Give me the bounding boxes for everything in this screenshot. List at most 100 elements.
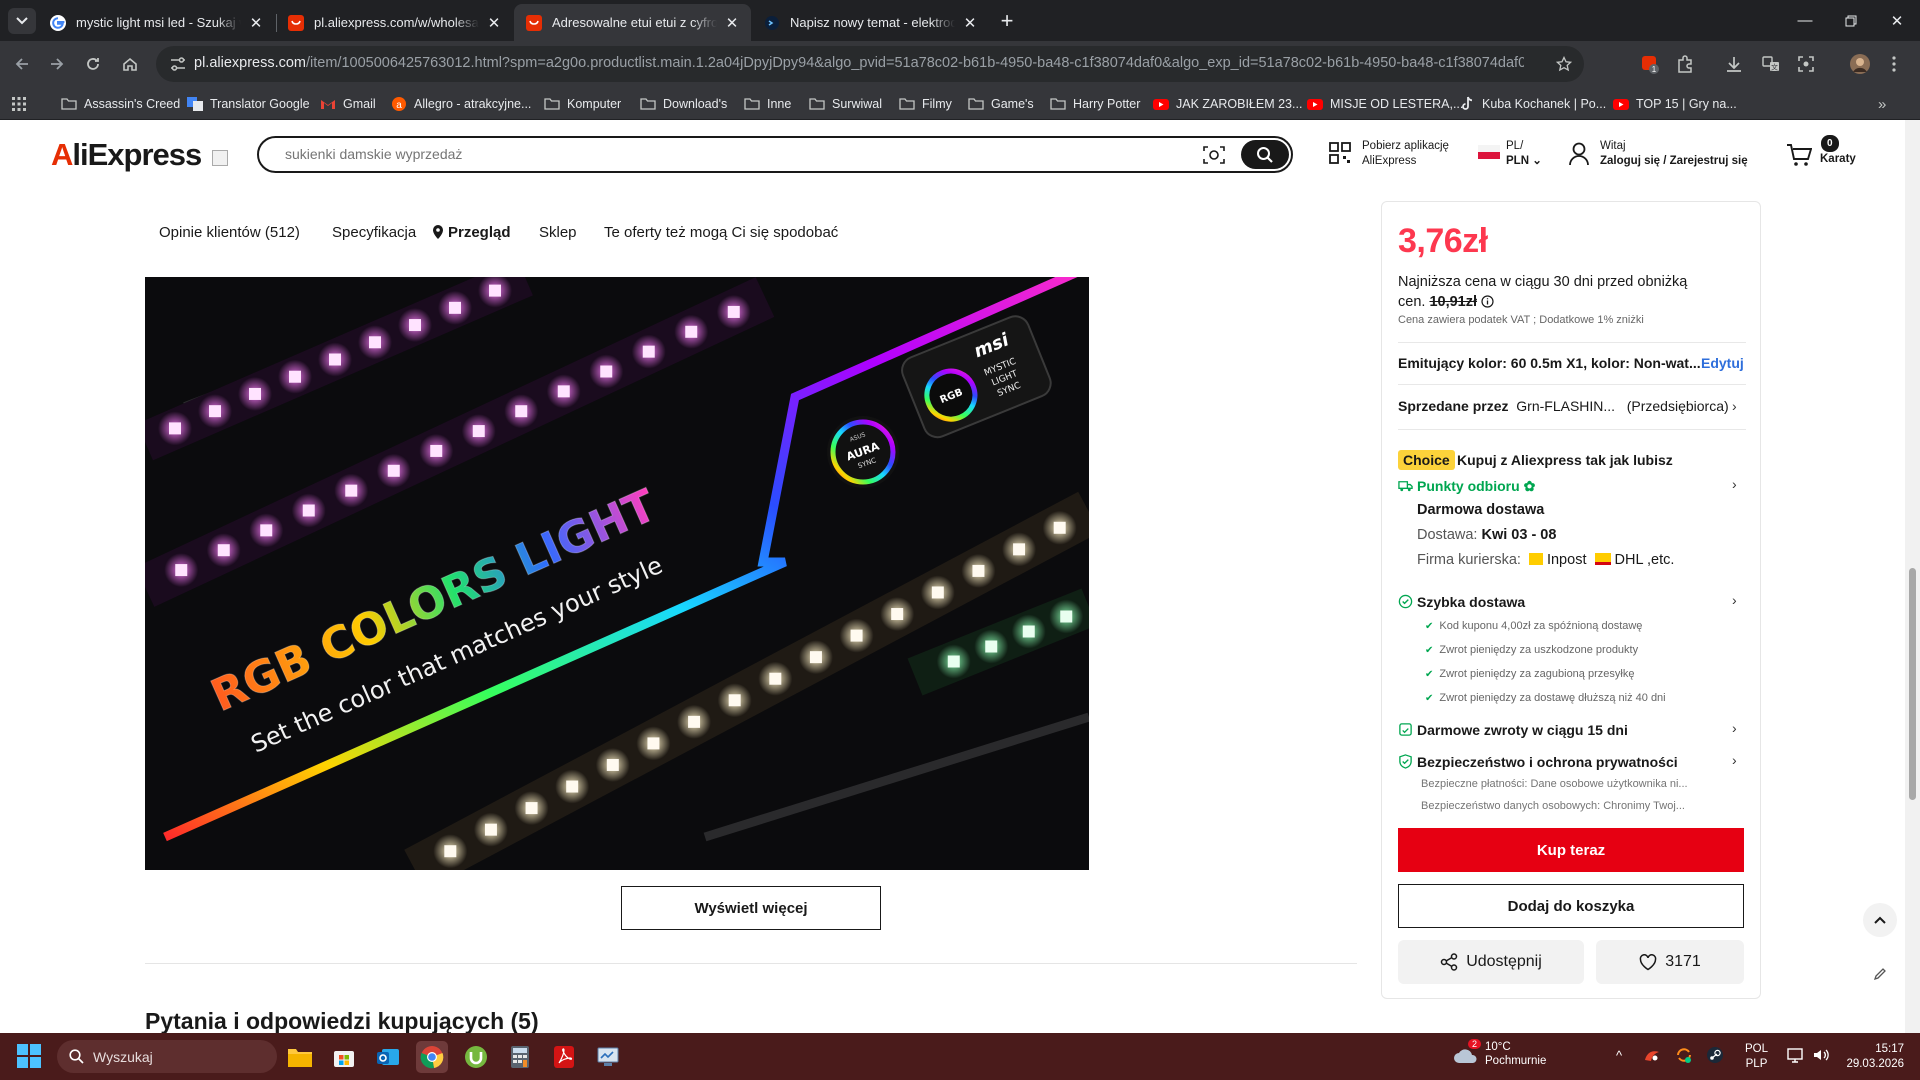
chevron-right-icon[interactable]: › xyxy=(1732,752,1737,768)
bookmark-star-icon[interactable] xyxy=(1556,56,1572,72)
tray-app-1[interactable] xyxy=(1643,1046,1661,1064)
network-monitor-app[interactable] xyxy=(592,1041,624,1073)
profile-button[interactable] xyxy=(1846,50,1874,78)
store-app[interactable] xyxy=(328,1041,360,1073)
language-indicator[interactable]: POL PLP xyxy=(1745,1042,1768,1072)
tab-specification[interactable]: Specyfikacja xyxy=(332,224,416,241)
bookmark-games[interactable]: Game's xyxy=(968,93,1034,115)
tab-overview[interactable]: Przegląd xyxy=(433,224,511,241)
browser-menu-button[interactable] xyxy=(1880,50,1908,78)
add-to-cart-button[interactable]: Dodaj do koszyka xyxy=(1398,884,1744,928)
forward-button[interactable] xyxy=(43,50,71,78)
chrome-app[interactable] xyxy=(416,1041,448,1073)
bookmark-translator[interactable]: Translator Google xyxy=(187,93,310,115)
bookmark-surwiwal[interactable]: Surwiwal xyxy=(809,93,882,115)
feedback-button[interactable] xyxy=(1863,957,1897,991)
search-button[interactable] xyxy=(1241,140,1289,169)
reload-button[interactable] xyxy=(79,50,107,78)
back-button[interactable] xyxy=(8,50,36,78)
free-returns-title[interactable]: Darmowe zwroty w ciągu 15 dni xyxy=(1417,722,1628,738)
guarantee-item: ✔ Zwrot pieniędzy za zagubioną przesyłkę xyxy=(1425,668,1635,680)
close-icon[interactable]: ✕ xyxy=(961,14,979,32)
bookmark-downloads[interactable]: Download's xyxy=(640,93,727,115)
info-icon[interactable] xyxy=(1481,295,1494,308)
bookmark-youtube-2[interactable]: MISJE OD LESTERA,... xyxy=(1307,93,1463,115)
fast-delivery-title[interactable]: Szybka dostawa xyxy=(1417,594,1525,610)
tray-app-2[interactable] xyxy=(1675,1046,1693,1064)
extensions-menu-button[interactable] xyxy=(1671,50,1699,78)
bookmark-gmail[interactable]: Gmail xyxy=(320,93,376,115)
bookmark-youtube-3[interactable]: TOP 15 | Gry na... xyxy=(1613,93,1737,115)
close-icon[interactable]: ✕ xyxy=(723,14,741,32)
tab-store[interactable]: Sklep xyxy=(539,224,577,241)
tab-search-button[interactable] xyxy=(8,8,36,34)
bookmark-assassins-creed[interactable]: Assassin's Creed xyxy=(61,93,180,115)
tab-reviews[interactable]: Opinie klientów (512) xyxy=(159,224,300,241)
bookmark-youtube-1[interactable]: JAK ZAROBIŁEM 23... xyxy=(1153,93,1302,115)
scrollbar-thumb[interactable] xyxy=(1909,568,1916,800)
new-tab-button[interactable]: + xyxy=(994,9,1020,35)
browser-tab-aliexpress-product[interactable]: Adresowalne etui etui z cyfrowym ✕ xyxy=(514,4,751,41)
camera-search-icon[interactable] xyxy=(1203,145,1225,165)
network-button[interactable] xyxy=(1786,1046,1804,1064)
chevron-right-icon[interactable]: › xyxy=(1732,720,1737,736)
bookmark-tiktok[interactable]: Kuba Kochanek | Po... xyxy=(1459,93,1606,115)
seller-row[interactable]: Sprzedane przez Grn-FLASHIN... (Przedsię… xyxy=(1398,398,1729,414)
pickup-points-link[interactable]: Punkty odbioru ✿ xyxy=(1417,478,1535,495)
edit-variant-link[interactable]: Edytuj xyxy=(1701,355,1744,371)
weather-widget[interactable]: 2 10°C Pochmurnie xyxy=(1452,1039,1546,1067)
bookmark-filmy[interactable]: Filmy xyxy=(899,93,952,115)
search-input[interactable] xyxy=(285,146,1165,162)
bookmark-komputer[interactable]: Komputer xyxy=(544,93,621,115)
locale-selector[interactable]: PL/ PLN ⌄ xyxy=(1478,139,1542,169)
translate-button[interactable]: 文 xyxy=(1757,50,1785,78)
file-explorer-app[interactable] xyxy=(284,1041,316,1073)
browser-tab-aliexpress-search[interactable]: pl.aliexpress.com/w/wholesale-mystic-lig… xyxy=(276,4,513,41)
outlook-app[interactable] xyxy=(372,1041,404,1073)
account-link[interactable]: Witaj Zaloguj się / Zarejestruj się xyxy=(1568,139,1748,169)
steam-tray[interactable] xyxy=(1706,1046,1724,1064)
buy-now-button[interactable]: Kup teraz xyxy=(1398,828,1744,872)
chevron-right-icon[interactable]: › xyxy=(1732,476,1737,492)
close-window-button[interactable]: ✕ xyxy=(1874,0,1920,41)
browser-tab-elektroda[interactable]: Napisz nowy temat - elektroda.pl ✕ xyxy=(752,4,989,41)
chevron-right-icon[interactable]: › xyxy=(1732,592,1737,608)
address-bar[interactable]: pl.aliexpress.com/item/1005006425763012.… xyxy=(156,46,1584,82)
taskbar-search[interactable]: Wyszukaj xyxy=(57,1040,277,1073)
minimize-button[interactable]: — xyxy=(1782,0,1828,41)
utorrent-app[interactable] xyxy=(460,1041,492,1073)
calculator-app[interactable] xyxy=(504,1041,536,1073)
site-settings-icon[interactable] xyxy=(170,57,186,71)
clock[interactable]: 15:17 29.03.2026 xyxy=(1842,1042,1904,1072)
show-more-button[interactable]: Wyświetl więcej xyxy=(621,886,881,930)
page-scrollbar[interactable] xyxy=(1905,120,1920,1033)
download-app-link[interactable]: Pobierz aplikację AliExpress xyxy=(1328,139,1449,169)
wishlist-button[interactable]: 3171 xyxy=(1596,940,1744,984)
share-button[interactable]: Udostępnij xyxy=(1398,940,1584,984)
close-icon[interactable]: ✕ xyxy=(485,14,503,32)
url-text[interactable]: pl.aliexpress.com/item/1005006425763012.… xyxy=(194,55,1524,71)
tab-recommendations[interactable]: Te oferty też mogą Ci się spodobać xyxy=(604,224,838,241)
extension-button[interactable]: 1 xyxy=(1636,50,1664,78)
acrobat-app[interactable] xyxy=(548,1041,580,1073)
show-hidden-icons-button[interactable]: ^ xyxy=(1616,1048,1622,1063)
folder-icon xyxy=(288,1049,312,1067)
volume-button[interactable] xyxy=(1812,1046,1830,1064)
more-bookmarks-button[interactable]: » xyxy=(1878,93,1886,115)
bookmark-inne[interactable]: Inne xyxy=(744,93,791,115)
screenshot-button[interactable] xyxy=(1792,50,1820,78)
windows-start-icon[interactable] xyxy=(17,1044,41,1068)
aliexpress-icon xyxy=(288,14,304,31)
security-title[interactable]: Bezpieczeństwo i ochrona prywatności xyxy=(1417,754,1678,770)
apps-button[interactable] xyxy=(12,93,26,115)
downloads-button[interactable] xyxy=(1720,50,1748,78)
close-icon[interactable]: ✕ xyxy=(247,14,265,32)
aliexpress-logo[interactable]: AliExpress xyxy=(51,137,202,173)
restore-button[interactable] xyxy=(1828,0,1874,41)
home-button[interactable] xyxy=(116,50,144,78)
bookmark-allegro[interactable]: a Allegro - atrakcyjne... xyxy=(391,93,531,115)
scroll-to-top-button[interactable] xyxy=(1863,903,1897,937)
bookmark-harry-potter[interactable]: Harry Potter xyxy=(1050,93,1140,115)
led-chip xyxy=(972,564,985,577)
browser-tab-google[interactable]: mystic light msi led - Szukaj w Google ✕ xyxy=(38,4,275,41)
